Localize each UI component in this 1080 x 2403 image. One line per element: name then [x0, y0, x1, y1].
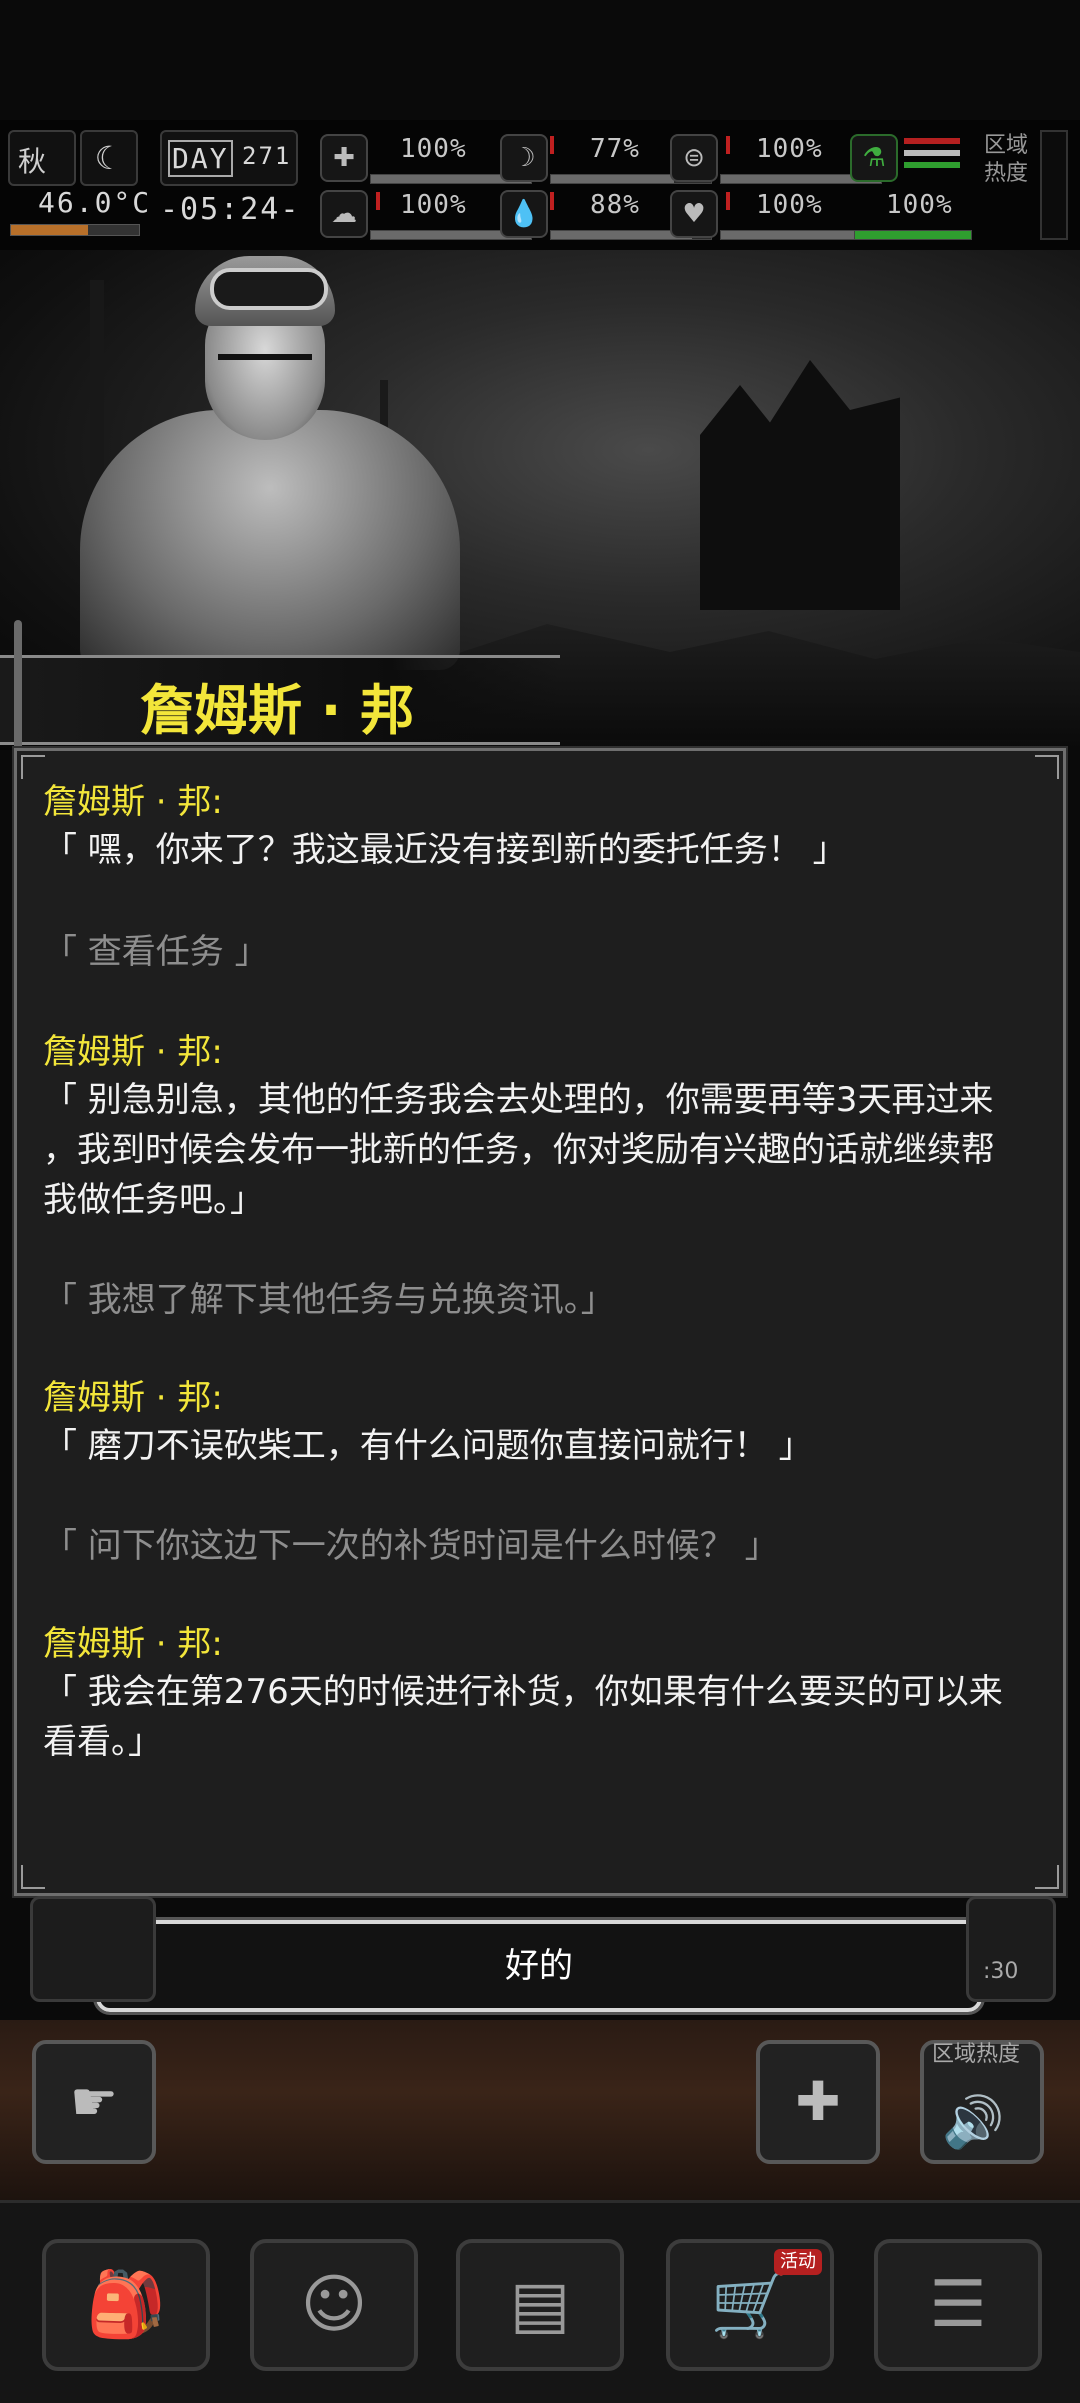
- ruined-building: [700, 360, 900, 610]
- notebook-icon: ▤: [509, 2268, 571, 2342]
- map-card-button[interactable]: ✚: [756, 2040, 880, 2164]
- speaker-name: 詹姆斯 · 邦:: [43, 782, 223, 822]
- zone-heat-label: 区域热度: [984, 133, 1029, 186]
- season-label: 秋: [18, 145, 47, 178]
- shop-button[interactable]: 🛒 活动: [666, 2239, 834, 2371]
- glasses-icon: [218, 354, 312, 382]
- medkit-icon: ✚: [320, 134, 368, 182]
- skills-button[interactable]: ☺: [250, 2239, 418, 2371]
- heart-icon: ♥: [670, 190, 718, 238]
- day-label: DAY: [168, 140, 233, 177]
- dialog-text: 「 磨刀不误砍柴工，有什么问题你直接问就行！ 」: [43, 1426, 813, 1466]
- dialog-text: 我做任务吧。」: [43, 1180, 264, 1220]
- npc-portrait: [70, 250, 470, 670]
- ok-button[interactable]: 好的: [93, 1917, 985, 2015]
- timer-fragment: :30: [983, 1959, 1019, 1984]
- backpack-button[interactable]: 🎒: [42, 2239, 210, 2371]
- dialog-text: 「 我会在第276天的时候进行补货，你如果有什么要买的可以来: [43, 1672, 1003, 1712]
- dialog-text: ，我到时候会发布一批新的任务，你对奖励有兴趣的话就继续帮: [43, 1130, 995, 1170]
- game-clock: -05:24-: [160, 192, 301, 227]
- dialog-text: 「 嘿，你来了？我这最近没有接到新的委托任务！ 」: [43, 830, 847, 870]
- speaker-name: 詹姆斯 · 邦:: [43, 1624, 223, 1664]
- season-indicator: 秋: [8, 130, 76, 186]
- ground-background: [0, 2020, 1080, 2200]
- speaker-icon: 🔊: [942, 2093, 1005, 2151]
- flask-stat: ⚗: [850, 130, 970, 186]
- mental-stat: ☁ 100%: [320, 186, 532, 242]
- corner-ornament: [1035, 1865, 1059, 1889]
- zone-heat-indicator[interactable]: 区域热度: [980, 130, 1070, 240]
- mood-stat: ♥ 100%: [670, 186, 882, 242]
- status-hud: 秋 ☾ DAY 271 46.0°C -05:24- ✚ 100% ☽ 77% …: [0, 120, 1080, 250]
- menu-button[interactable]: ☰: [874, 2239, 1042, 2371]
- temperature-bar-fill: [11, 225, 88, 235]
- npc-name: 詹姆斯 · 邦: [140, 679, 415, 742]
- event-badge: 活动: [774, 2249, 822, 2275]
- flask-icon: ⚗: [850, 134, 898, 182]
- npc-body: [80, 410, 460, 670]
- list-menu-icon: ☰: [929, 2268, 987, 2342]
- corner-ornament: [1035, 755, 1059, 779]
- stamina-icon: ⊜: [670, 134, 718, 182]
- goggles-icon: [210, 268, 328, 310]
- brain-icon: ☁: [320, 190, 368, 238]
- shopping-cart-icon: 🛒: [710, 2268, 790, 2342]
- temperature-bar: [10, 224, 140, 236]
- day-number: 271: [242, 142, 292, 170]
- temperature-readout: 46.0°C: [38, 186, 152, 219]
- dialog-panel: 詹姆斯 · 邦: 「 嘿，你来了？我这最近没有接到新的委托任务！ 」 「 查看任…: [12, 746, 1068, 1898]
- water-drop-icon: 💧: [500, 190, 548, 238]
- bottom-nav-bar: 🎒 ☺ ▤ 🛒 活动 ☰: [0, 2200, 1080, 2403]
- corner-ornament: [21, 755, 45, 779]
- backpack-icon: 🎒: [86, 2268, 166, 2342]
- dialog-option: 「 问下你这边下一次的补货时间是什么时候？ 」: [43, 1526, 779, 1566]
- journal-button[interactable]: ▤: [456, 2239, 624, 2371]
- zone-heat-meter: [1040, 130, 1068, 240]
- extra-stat: 100%: [850, 186, 972, 242]
- behind-left-panel: [30, 1896, 156, 2002]
- health-stat: ✚ 100%: [320, 130, 532, 186]
- behind-right-panel: :30: [966, 1896, 1056, 2002]
- zone-heat-button[interactable]: 区域热度 🔊: [920, 2040, 1044, 2164]
- speaker-name: 詹姆斯 · 邦:: [43, 1032, 223, 1072]
- swipe-hand-button[interactable]: ☛: [32, 2040, 156, 2164]
- stamina-stat: ⊜ 100%: [670, 130, 882, 186]
- dialog-option: 「 我想了解下其他任务与兑换资讯。」: [43, 1280, 615, 1320]
- moon-icon: ☾: [80, 130, 138, 186]
- day-counter: DAY 271: [160, 130, 298, 186]
- speaker-name: 詹姆斯 · 邦:: [43, 1378, 223, 1418]
- dialog-option: 「 查看任务 」: [43, 932, 269, 972]
- dialog-text: 看看。」: [43, 1722, 162, 1762]
- brain-head-icon: ☺: [300, 2268, 368, 2342]
- dialog-text: 「 别急别急，其他的任务我会去处理的，你需要再等3天再过来: [43, 1080, 994, 1120]
- stomach-icon: ☽: [500, 134, 548, 182]
- npc-name-plate: 詹姆斯 · 邦: [0, 655, 560, 745]
- corner-ornament: [21, 1865, 45, 1889]
